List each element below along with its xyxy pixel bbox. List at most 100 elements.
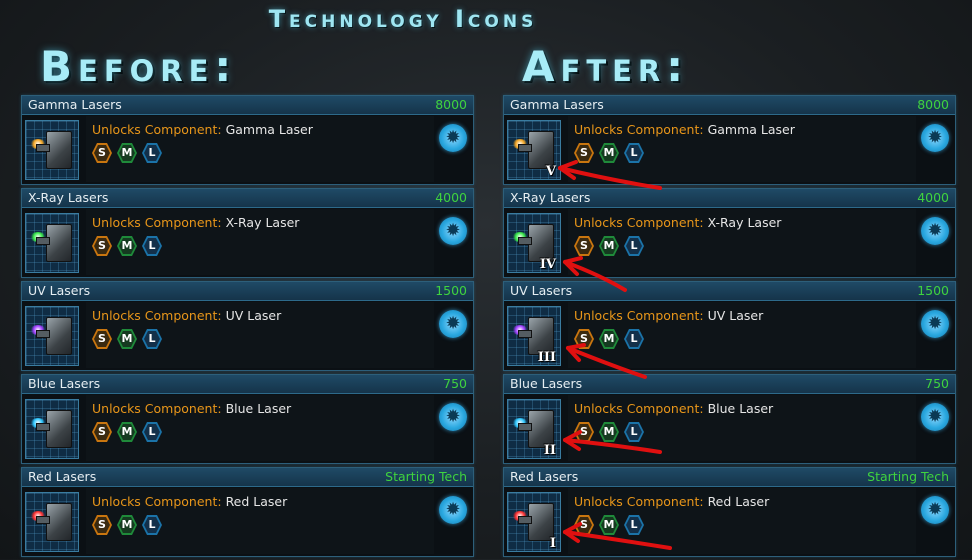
before-tech-card[interactable]: UV Lasers 1500 Unlocks Component: UV Laser… — [21, 281, 474, 371]
unlock-label: Unlocks Component: — [574, 401, 704, 416]
tech-body: I Unlocks Component: Red Laser S M L — [504, 487, 955, 556]
size-small-badge: S — [574, 515, 594, 535]
size-badges: SML — [574, 143, 644, 163]
laser-tech-icon — [25, 120, 79, 180]
weapon-category-icon[interactable] — [439, 403, 467, 431]
tech-cost: 1500 — [917, 283, 949, 298]
size-medium-badge: M — [599, 422, 619, 442]
unlock-label: Unlocks Component: — [92, 494, 222, 509]
laser-tech-icon: IV — [507, 213, 561, 273]
tech-cost: 4000 — [917, 190, 949, 205]
weapon-category-icon[interactable] — [439, 217, 467, 245]
page-title: Technology Icons — [268, 5, 538, 33]
tech-name: Blue Lasers — [510, 376, 583, 391]
tech-info-panel: Unlocks Component: UV Laser S M L — [86, 302, 434, 368]
size-large-badge: L — [142, 143, 162, 163]
tech-body: Unlocks Component: Gamma Laser S M L — [22, 115, 473, 184]
rank-numeral: I — [549, 536, 556, 551]
tech-header: Red Lasers Starting Tech — [22, 468, 473, 487]
rank-numeral: II — [543, 443, 556, 458]
size-small-badge: S — [92, 515, 112, 535]
tech-header: Blue Lasers 750 — [22, 375, 473, 394]
tech-cost: 1500 — [435, 283, 467, 298]
component-name: Blue Laser — [707, 401, 774, 416]
size-medium-badge: M — [117, 329, 137, 349]
before-tech-card[interactable]: Gamma Lasers 8000 Unlocks Component: Gamma… — [21, 95, 474, 185]
before-tech-card[interactable]: Blue Lasers 750 Unlocks Component: Blue La… — [21, 374, 474, 464]
turret-icon — [36, 131, 72, 169]
size-medium-badge: M — [117, 422, 137, 442]
size-small-badge: S — [92, 143, 112, 163]
size-medium-badge: M — [599, 329, 619, 349]
tech-name: Red Lasers — [510, 469, 579, 484]
weapon-category-icon[interactable] — [921, 403, 949, 431]
unlock-label: Unlocks Component: — [574, 308, 704, 323]
size-large-badge: L — [142, 515, 162, 535]
tech-name: Blue Lasers — [28, 376, 101, 391]
after-tech-card[interactable]: X-Ray Lasers 4000 IV Unlocks Component: X-R… — [503, 188, 956, 278]
unlock-text: Unlocks Component: UV Laser — [92, 308, 281, 323]
unlock-text: Unlocks Component: Red Laser — [574, 494, 769, 509]
before-tech-card[interactable]: X-Ray Lasers 4000 Unlocks Component: X-Ray… — [21, 188, 474, 278]
tech-cost: Starting Tech — [867, 469, 949, 484]
before-tech-card[interactable]: Red Lasers Starting Tech Unlocks Component… — [21, 467, 474, 557]
unlock-text: Unlocks Component: X-Ray Laser — [92, 215, 299, 230]
tech-cost: 4000 — [435, 190, 467, 205]
after-tech-card[interactable]: UV Lasers 1500 III Unlocks Component: UV La… — [503, 281, 956, 371]
size-medium-badge: M — [117, 236, 137, 256]
tech-body: Unlocks Component: Red Laser S M L — [22, 487, 473, 556]
laser-tech-icon: II — [507, 399, 561, 459]
size-small-badge: S — [92, 236, 112, 256]
unlock-text: Unlocks Component: UV Laser — [574, 308, 763, 323]
size-large-badge: L — [142, 236, 162, 256]
unlock-label: Unlocks Component: — [574, 122, 704, 137]
size-badges: SML — [574, 236, 644, 256]
component-name: Blue Laser — [225, 401, 292, 416]
tech-body: Unlocks Component: Blue Laser S M L — [22, 394, 473, 463]
size-badges: SML — [574, 329, 644, 349]
size-medium-badge: M — [117, 143, 137, 163]
tech-cost: Starting Tech — [385, 469, 467, 484]
tech-name: Gamma Lasers — [28, 97, 122, 112]
tech-body: III Unlocks Component: UV Laser S M L — [504, 301, 955, 370]
size-badges: SML — [92, 236, 162, 256]
size-large-badge: L — [624, 422, 644, 442]
tech-header: X-Ray Lasers 4000 — [504, 189, 955, 208]
tech-cost: 8000 — [435, 97, 467, 112]
size-badges: SML — [92, 422, 162, 442]
size-large-badge: L — [624, 236, 644, 256]
component-name: Red Laser — [707, 494, 770, 509]
tech-body: IV Unlocks Component: X-Ray Laser S M L — [504, 208, 955, 277]
after-heading: After: — [522, 42, 690, 91]
weapon-category-icon[interactable] — [921, 217, 949, 245]
unlock-label: Unlocks Component: — [92, 215, 222, 230]
weapon-category-icon[interactable] — [921, 124, 949, 152]
tech-info-panel: Unlocks Component: Gamma Laser S M L — [568, 116, 916, 182]
weapon-category-icon[interactable] — [921, 496, 949, 524]
size-medium-badge: M — [599, 143, 619, 163]
tech-name: UV Lasers — [28, 283, 91, 298]
tech-info-panel: Unlocks Component: Gamma Laser S M L — [86, 116, 434, 182]
tech-name: X-Ray Lasers — [28, 190, 109, 205]
size-medium-badge: M — [599, 515, 619, 535]
tech-body: Unlocks Component: X-Ray Laser S M L — [22, 208, 473, 277]
unlock-text: Unlocks Component: Blue Laser — [92, 401, 291, 416]
laser-tech-icon: III — [507, 306, 561, 366]
after-tech-card[interactable]: Gamma Lasers 8000 V Unlocks Component: Gamm… — [503, 95, 956, 185]
component-name: Gamma Laser — [225, 122, 313, 137]
component-name: X-Ray Laser — [707, 215, 782, 230]
laser-tech-icon: V — [507, 120, 561, 180]
weapon-category-icon[interactable] — [439, 124, 467, 152]
size-large-badge: L — [624, 515, 644, 535]
after-tech-card[interactable]: Red Lasers Starting Tech I Unlocks Componen… — [503, 467, 956, 557]
weapon-category-icon[interactable] — [439, 310, 467, 338]
tech-header: Red Lasers Starting Tech — [504, 468, 955, 487]
laser-tech-icon — [25, 492, 79, 552]
size-small-badge: S — [92, 422, 112, 442]
laser-tech-icon — [25, 213, 79, 273]
tech-header: UV Lasers 1500 — [22, 282, 473, 301]
weapon-category-icon[interactable] — [439, 496, 467, 524]
tech-info-panel: Unlocks Component: UV Laser S M L — [568, 302, 916, 368]
after-tech-card[interactable]: Blue Lasers 750 II Unlocks Component: Blue … — [503, 374, 956, 464]
weapon-category-icon[interactable] — [921, 310, 949, 338]
